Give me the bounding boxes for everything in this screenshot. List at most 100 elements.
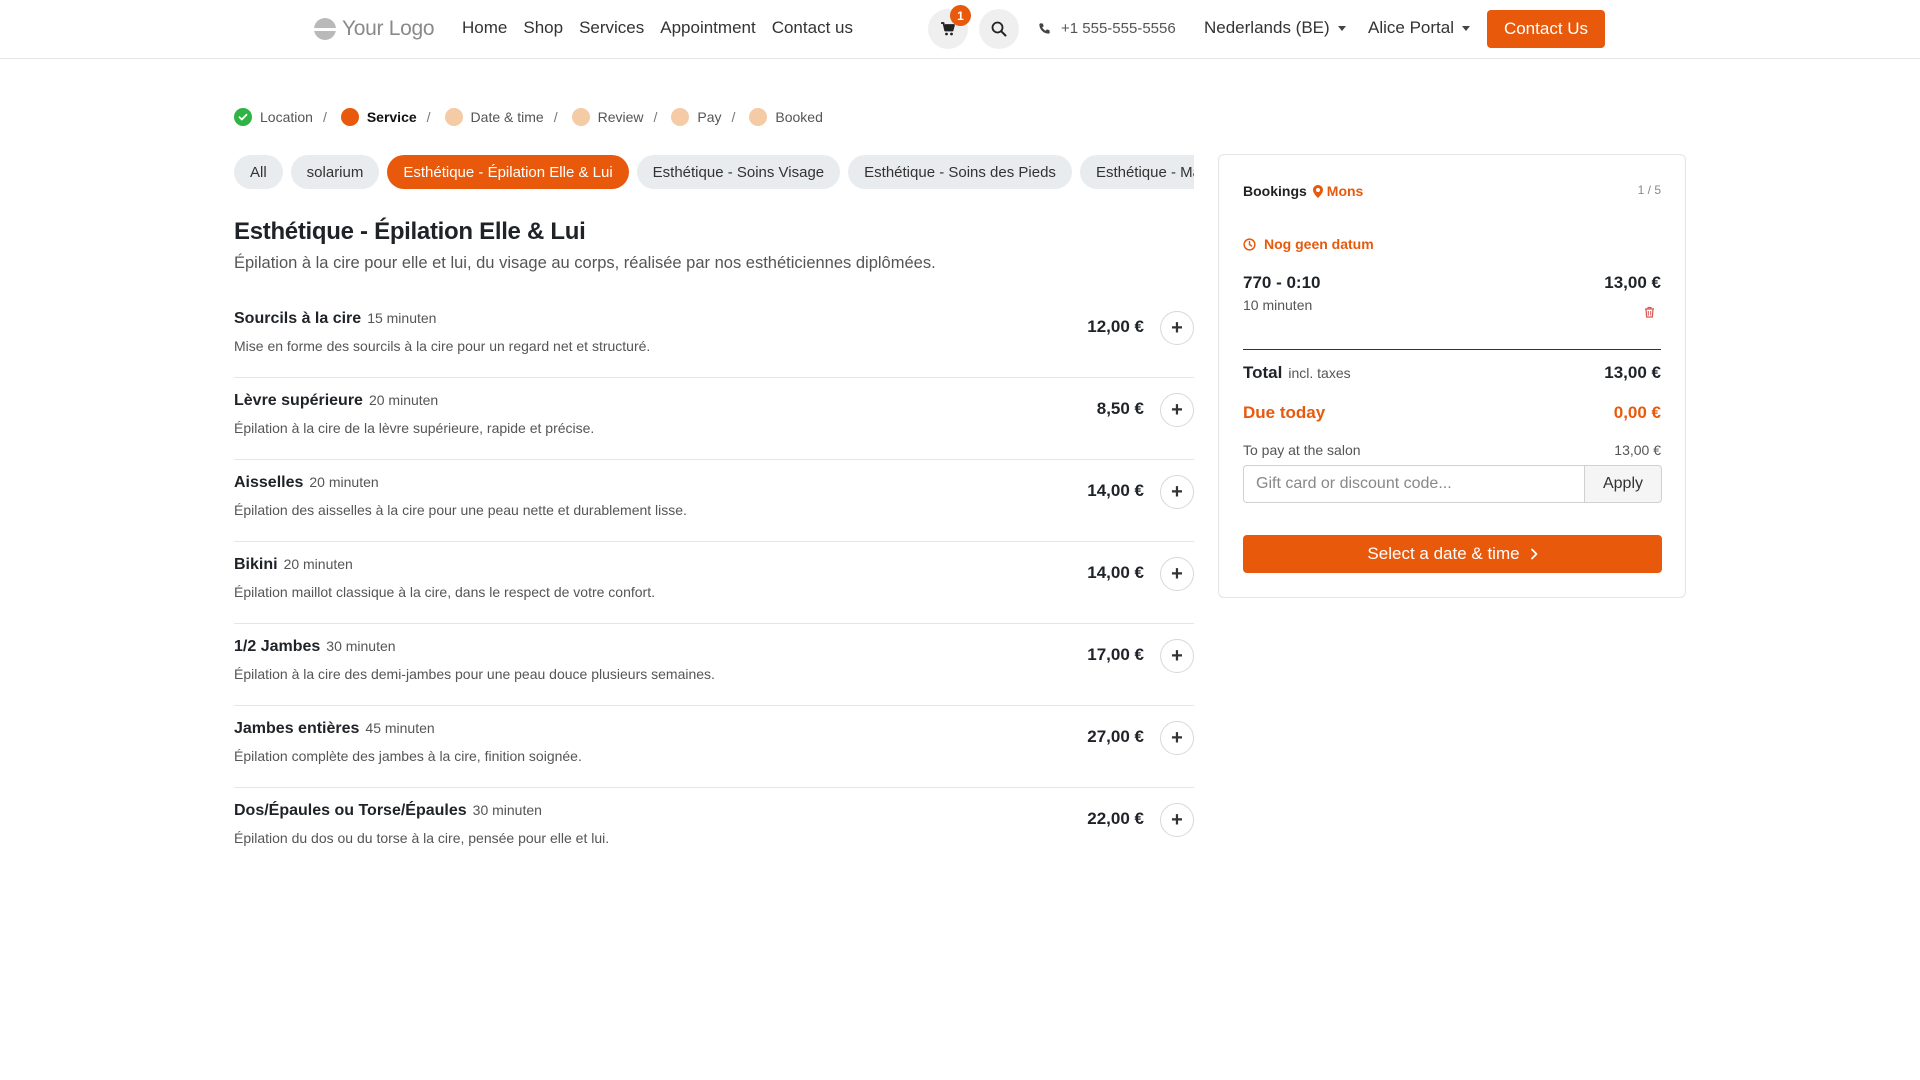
service-description: Épilation à la cire de la lèvre supérieu… [234,420,595,436]
add-service-button[interactable]: + [1160,311,1194,345]
plus-icon: + [1171,480,1183,503]
chip-soins-visage[interactable]: Esthétique - Soins Visage [636,155,841,189]
service-duration: 20 minuten [368,392,439,408]
pay-at-salon-value: 13,00 € [1614,442,1661,458]
nav-appointment[interactable]: Appointment [660,18,755,38]
phone-link[interactable]: +1 555-555-5556 [1038,20,1176,37]
step-review: Review [571,108,643,126]
total-value: 13,00 € [1604,363,1661,382]
booking-item-name: 770 - 0:10 [1243,273,1321,292]
caret-down-icon [1337,25,1346,31]
service-row: Aisselles 20 minuten Épilation des aissel… [234,460,1194,542]
site-logo[interactable]: Your Logo [314,14,435,44]
step-label: Date & time [470,109,544,125]
service-name: Bikini [234,556,278,573]
category-description: Épilation à la cire pour elle et lui, du… [234,254,936,272]
service-name: Dos/Épaules ou Torse/Épaules [234,802,467,819]
step-label: Service [366,109,417,125]
booking-header: Bookings Mons [1243,183,1363,199]
map-pin-icon [1312,184,1323,198]
chip-all[interactable]: All [234,155,283,189]
search-button[interactable] [979,9,1019,49]
plus-icon: + [1171,562,1183,585]
service-row: Lèvre supérieure 20 minuten Épilation à l… [234,378,1194,460]
step-pending-dot [444,108,463,126]
step-separator: / [731,109,736,125]
chip-manucure[interactable]: Esthétique - Manucure [1079,155,1194,189]
plus-icon: + [1171,644,1183,667]
contact-us-button[interactable]: Contact Us [1487,10,1605,48]
category-title: Esthétique - Épilation Elle & Lui [234,218,586,245]
portal-dropdown[interactable]: Alice Portal [1368,18,1470,38]
service-name-line: Jambes entières 45 minuten [234,720,435,738]
phone-icon [1039,23,1050,34]
discount-code-input[interactable] [1243,465,1584,503]
service-name-line: Aisselles 20 minuten [234,474,379,492]
step-date-time: Date & time [444,108,544,126]
total-note: incl. taxes [1288,365,1351,381]
service-duration: 45 minuten [365,720,435,736]
service-row: Sourcils à la cire 15 minuten Mise en for… [234,296,1194,378]
nav-home[interactable]: Home [462,18,507,38]
step-separator: / [553,109,558,125]
service-price: 14,00 € [1087,481,1144,500]
add-service-button[interactable]: + [1160,721,1194,755]
service-name: 1/2 Jambes [234,638,321,655]
chip-epilation[interactable]: Esthétique - Épilation Elle & Lui [387,155,629,189]
nav-services[interactable]: Services [579,18,644,38]
add-service-button[interactable]: + [1160,639,1194,673]
nav-contact[interactable]: Contact us [772,18,853,38]
step-pending-dot [671,108,690,126]
service-duration: 30 minuten [326,638,396,654]
logo-text: Your Logo [342,17,435,40]
check-icon [234,108,252,126]
service-duration: 30 minuten [472,802,542,818]
add-service-button[interactable]: + [1160,557,1194,591]
service-price: 8,50 € [1096,399,1144,418]
add-service-button[interactable]: + [1160,393,1194,427]
total-label: Total incl. taxes [1243,363,1351,383]
service-description: Épilation des aisselles à la cire pour u… [234,502,687,518]
cart-button[interactable]: 1 [928,5,971,49]
add-service-button[interactable]: + [1160,803,1194,837]
step-separator: / [426,109,431,125]
logo-icon [314,18,336,40]
service-name-line: 1/2 Jambes 30 minuten [234,638,396,656]
service-row: 1/2 Jambes 30 minuten Épilation à la cire… [234,624,1194,706]
pay-at-salon-label: To pay at the salon [1243,442,1361,458]
service-row: Dos/Épaules ou Torse/Épaules 30 minuten É… [234,788,1194,870]
step-location[interactable]: Location [234,108,313,126]
booking-location[interactable]: Mons [1312,183,1363,199]
trash-icon [1645,306,1654,318]
service-name-line: Sourcils à la cire 15 minuten [234,310,436,328]
nav-shop[interactable]: Shop [523,18,563,38]
total-label-text: Total [1243,363,1283,382]
service-name: Aisselles [234,474,304,491]
due-today-label: Due today [1243,403,1326,422]
apply-code-button[interactable]: Apply [1584,465,1662,503]
service-duration: 20 minuten [309,474,379,490]
remove-item-button[interactable] [1644,305,1655,323]
plus-icon: + [1171,316,1183,339]
service-duration: 20 minuten [283,556,353,572]
step-pending-dot [749,108,768,126]
step-service[interactable]: Service [340,108,417,126]
no-date-label: Nog geen datum [1264,236,1374,252]
select-date-time-button[interactable]: Select a date & time [1243,535,1662,573]
chip-solarium[interactable]: solarium [290,155,380,189]
language-dropdown[interactable]: Nederlands (BE) [1204,18,1346,38]
step-separator: / [653,109,658,125]
booking-item-price: 13,00 € [1604,273,1661,292]
service-price: 27,00 € [1087,727,1144,746]
chip-soins-pieds[interactable]: Esthétique - Soins des Pieds [848,155,1072,189]
summary-divider [1243,349,1661,350]
clock-icon [1243,237,1256,251]
service-price: 12,00 € [1087,317,1144,336]
caret-down-icon [1461,25,1470,31]
plus-icon: + [1171,726,1183,749]
booking-title: Bookings [1243,183,1307,199]
add-service-button[interactable]: + [1160,475,1194,509]
service-name: Lèvre supérieure [234,392,363,409]
service-description: Épilation maillot classique à la cire, d… [234,584,655,600]
step-label: Location [260,109,313,125]
